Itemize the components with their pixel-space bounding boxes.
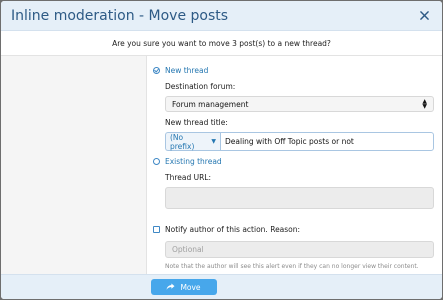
close-button[interactable]: [416, 8, 432, 24]
notify-author-label: Notify author of this action. Reason:: [165, 224, 301, 234]
prefix-value: (No prefix): [170, 132, 195, 151]
existing-thread-fields: Thread URL:: [153, 173, 434, 209]
thread-title-input[interactable]: Dealing with Off Topic posts or not: [220, 132, 434, 151]
dialog-body: New thread Destination forum: Forum mana…: [1, 56, 442, 274]
reason-input[interactable]: Optional: [165, 241, 434, 258]
dialog-title: Inline moderation - Move posts: [11, 7, 229, 24]
form-left-column: [1, 56, 147, 274]
existing-thread-label: Existing thread: [165, 156, 222, 166]
dialog-footer: Move: [1, 274, 442, 299]
new-thread-option[interactable]: New thread: [153, 64, 434, 76]
new-thread-radio[interactable]: [153, 66, 160, 74]
thread-title-row: (No prefix) ▼ Dealing with Off Topic pos…: [165, 132, 434, 151]
existing-thread-radio[interactable]: [153, 157, 160, 165]
form-right-column: New thread Destination forum: Forum mana…: [147, 56, 442, 274]
destination-forum-select[interactable]: Forum management ▲ ▼: [165, 96, 434, 112]
share-arrow-icon: [166, 283, 175, 291]
existing-thread-option[interactable]: Existing thread: [153, 155, 434, 167]
move-posts-dialog: Inline moderation - Move posts Are you s…: [1, 1, 442, 299]
notify-note: Note that the author will see this alert…: [165, 263, 419, 270]
move-label: Move: [180, 282, 201, 292]
new-thread-label: New thread: [165, 65, 209, 75]
select-arrows-icon: ▲ ▼: [422, 98, 427, 110]
notify-author-option[interactable]: Notify author of this action. Reason:: [153, 223, 434, 235]
thread-url-input[interactable]: [165, 187, 434, 209]
destination-forum-label: Destination forum:: [165, 82, 236, 91]
destination-forum-value: Forum management: [172, 99, 249, 109]
prefix-dropdown[interactable]: (No prefix) ▼: [165, 132, 220, 151]
new-thread-title-label: New thread title:: [165, 118, 228, 127]
thread-url-label: Thread URL:: [165, 173, 212, 182]
notify-fields: Optional Note that the author will see t…: [153, 241, 434, 270]
confirmation-question: Are you sure you want to move 3 post(s) …: [1, 31, 442, 56]
caret-down-icon: ▼: [211, 138, 216, 145]
dialog-header: Inline moderation - Move posts: [1, 1, 442, 31]
new-thread-fields: Destination forum: Forum management ▲ ▼ N…: [153, 82, 434, 151]
notify-author-checkbox[interactable]: [153, 225, 160, 233]
move-button[interactable]: Move: [150, 279, 217, 295]
close-icon: [419, 11, 429, 20]
